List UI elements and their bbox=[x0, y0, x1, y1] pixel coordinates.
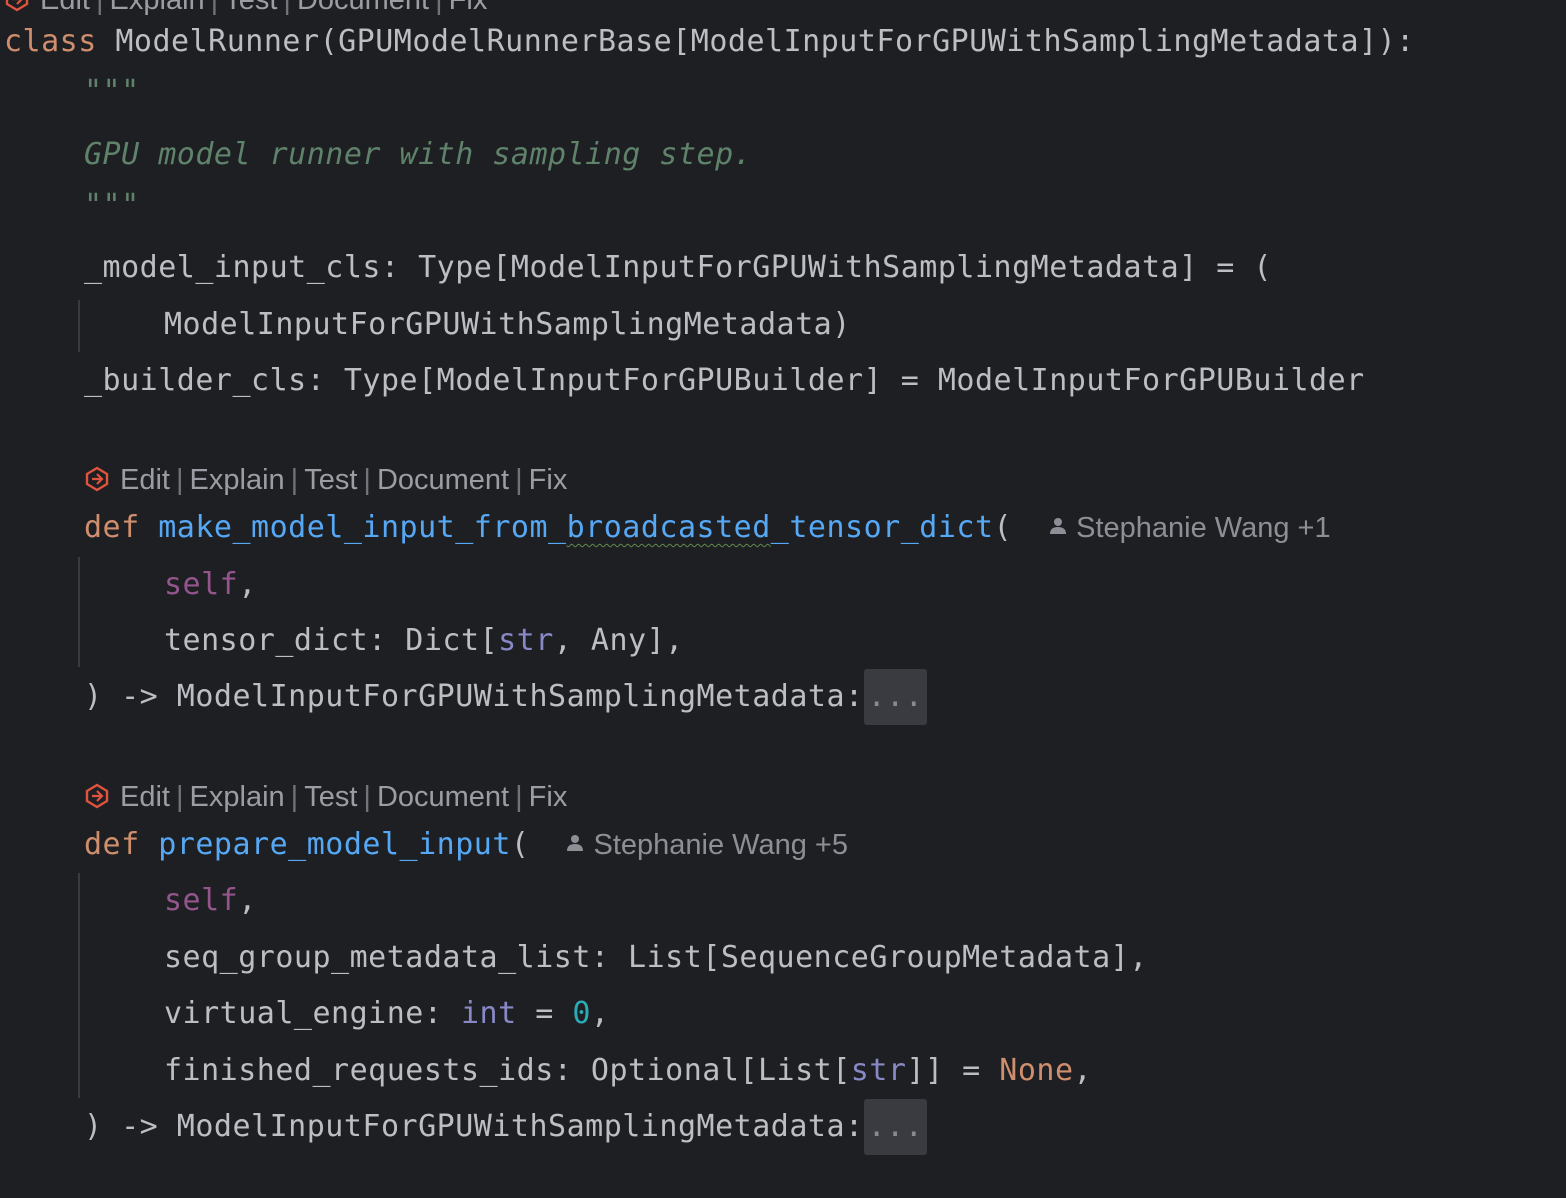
docstring-text[interactable]: GPU model runner with sampling step. bbox=[84, 127, 752, 183]
method2-name: prepare_model_input bbox=[158, 827, 511, 862]
person-icon bbox=[1050, 518, 1067, 535]
spelling-squiggle: broadcasted bbox=[566, 510, 771, 545]
docstring-close[interactable]: """ bbox=[84, 178, 140, 234]
docstring-open[interactable]: """ bbox=[84, 64, 140, 120]
folded-body[interactable]: ... bbox=[863, 1099, 928, 1155]
class-name: ModelRunner bbox=[115, 24, 320, 59]
code-editor[interactable]: Edit | Explain | Test | Document | Fix class Mod… bbox=[0, 0, 1566, 1198]
method2-return-line[interactable]: ) -> ModelInputForGPUWithSamplingMetadat… bbox=[84, 1099, 928, 1155]
method1-param-tensor-dict[interactable]: tensor_dict: Dict[str, Any], bbox=[164, 613, 684, 669]
lens-explain[interactable]: Explain bbox=[190, 781, 285, 813]
ai-assistant-icon bbox=[85, 466, 109, 492]
class-bases: (GPUModelRunnerBase[ModelInputForGPUWith… bbox=[319, 24, 1415, 59]
lens-edit[interactable]: Edit bbox=[120, 464, 170, 496]
author-annotation[interactable]: Stephanie Wang +1 bbox=[1048, 512, 1331, 544]
model-input-cls-continuation[interactable]: ModelInputForGPUWithSamplingMetadata) bbox=[164, 297, 851, 353]
person-icon bbox=[567, 835, 584, 852]
method1-return-line[interactable]: ) -> ModelInputForGPUWithSamplingMetadat… bbox=[84, 669, 928, 725]
method2-param-virtual-engine[interactable]: virtual_engine: int = 0, bbox=[164, 986, 609, 1042]
folded-body[interactable]: ... bbox=[863, 669, 928, 725]
lens-fix[interactable]: Fix bbox=[529, 464, 568, 496]
lens-document[interactable]: Document bbox=[377, 781, 509, 813]
class-keyword: class bbox=[4, 24, 97, 59]
indent-guide bbox=[78, 557, 80, 667]
method1-name: make_model_input_from_broadcasted_tensor… bbox=[158, 510, 994, 545]
def-keyword: def bbox=[84, 827, 140, 862]
method2-param-self[interactable]: self, bbox=[164, 873, 257, 929]
builder-cls-line[interactable]: _builder_cls: Type[ModelInputForGPUBuild… bbox=[84, 353, 1365, 409]
method1-def-line[interactable]: def make_model_input_from_broadcasted_te… bbox=[84, 500, 1331, 556]
class-declaration-line[interactable]: class ModelRunner(GPUModelRunnerBase[Mod… bbox=[4, 14, 1415, 70]
ai-assistant-icon bbox=[85, 783, 109, 809]
indent-guide bbox=[78, 873, 80, 1098]
lens-fix[interactable]: Fix bbox=[529, 781, 568, 813]
lens-test[interactable]: Test bbox=[304, 464, 357, 496]
code-lens-method1: Edit | Explain | Test | Document | Fix bbox=[84, 460, 567, 500]
ai-assistant-icon bbox=[5, 0, 29, 12]
method2-param-seq-group[interactable]: seq_group_metadata_list: List[SequenceGr… bbox=[164, 930, 1148, 986]
code-lens-method2: Edit | Explain | Test | Document | Fix bbox=[84, 777, 567, 817]
method2-def-line[interactable]: def prepare_model_input(Stephanie Wang +… bbox=[84, 817, 848, 873]
lens-document[interactable]: Document bbox=[377, 464, 509, 496]
method2-param-finished-requests[interactable]: finished_requests_ids: Optional[List[str… bbox=[164, 1043, 1092, 1099]
method1-param-self[interactable]: self, bbox=[164, 557, 257, 613]
indent-guide bbox=[78, 300, 80, 352]
def-keyword: def bbox=[84, 510, 140, 545]
lens-edit[interactable]: Edit bbox=[120, 781, 170, 813]
author-annotation[interactable]: Stephanie Wang +5 bbox=[565, 829, 848, 861]
lens-explain[interactable]: Explain bbox=[190, 464, 285, 496]
model-input-cls-line[interactable]: _model_input_cls: Type[ModelInputForGPUW… bbox=[84, 240, 1272, 296]
lens-test[interactable]: Test bbox=[304, 781, 357, 813]
